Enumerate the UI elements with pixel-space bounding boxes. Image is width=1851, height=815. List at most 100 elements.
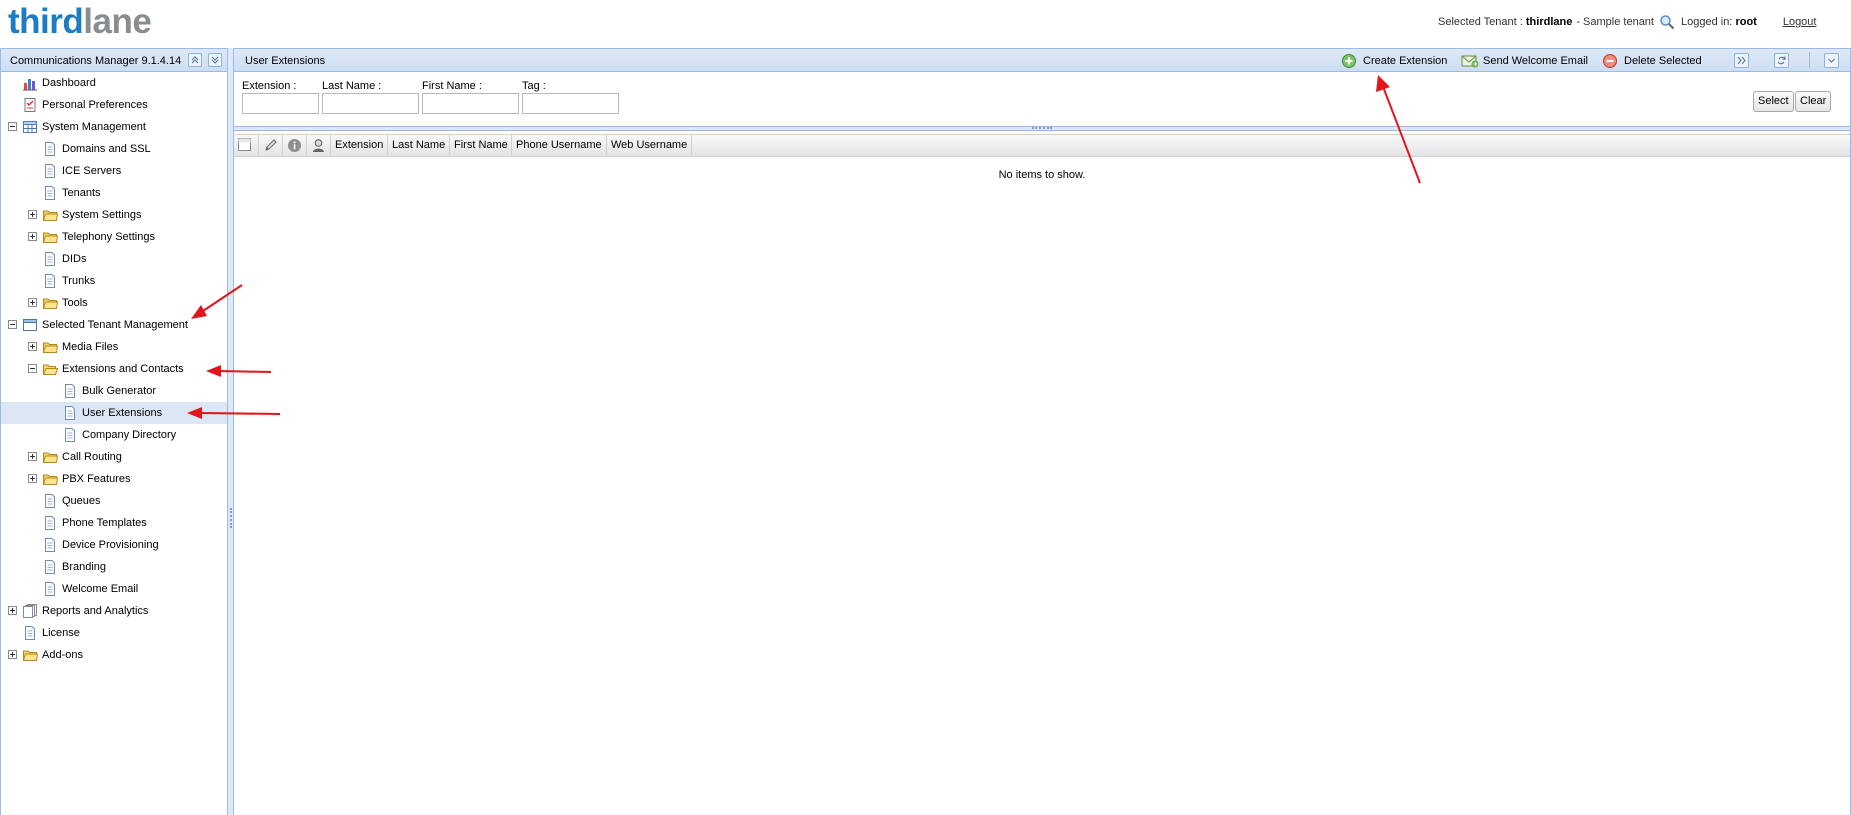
expand-all-button[interactable] (208, 53, 222, 67)
refresh-icon[interactable] (1774, 53, 1789, 68)
sidebar-item-ice-servers[interactable]: ICE Servers (1, 160, 227, 182)
sidebar-item-system-management[interactable]: System Management (1, 116, 227, 138)
sidebar-item-label: Telephony Settings (62, 231, 155, 243)
sidebar-item-add-ons[interactable]: Add-ons (1, 644, 227, 666)
sidebar-item-trunks[interactable]: Trunks (1, 270, 227, 292)
sidebar-item-selected-tenant-management[interactable]: Selected Tenant Management (1, 314, 227, 336)
sidebar-item-system-settings[interactable]: System Settings (1, 204, 227, 226)
column-header-first-name[interactable]: First Name (450, 135, 512, 157)
last-name-filter-label: Last Name : (322, 80, 382, 92)
pencil-icon (265, 139, 277, 151)
page-icon (42, 273, 58, 289)
sidebar-item-reports-and-analytics[interactable]: Reports and Analytics (1, 600, 227, 622)
first-name-filter-input[interactable] (422, 93, 519, 114)
column-header-web-username[interactable]: Web Username (607, 135, 692, 157)
sidebar-item-device-provisioning[interactable]: Device Provisioning (1, 534, 227, 556)
expand-icon[interactable] (8, 650, 17, 659)
filter-form: Extension : Last Name : First Name : Tag… (234, 72, 1850, 124)
app-header: thirdlane Selected Tenant : thirdlane - … (0, 0, 1851, 48)
navigation-panel-header: Communications Manager 9.1.4.14 (1, 48, 227, 72)
sidebar-item-dashboard[interactable]: Dashboard (1, 72, 227, 94)
select-button[interactable]: Select (1753, 91, 1794, 112)
select-all-checkbox[interactable] (234, 135, 259, 157)
page-icon (62, 383, 78, 399)
sidebar-item-label: Tenants (62, 187, 101, 199)
collapse-all-button[interactable] (188, 53, 202, 67)
main-panel-header: User Extensions Create Extension Send We… (234, 48, 1850, 72)
thirdlane-logo: thirdlane (8, 2, 152, 41)
sidebar-item-label: Company Directory (82, 429, 177, 441)
sidebar-item-call-routing[interactable]: Call Routing (1, 446, 227, 468)
tag-filter-input[interactable] (522, 93, 619, 114)
chevron-down-icon[interactable] (1824, 53, 1839, 68)
sidebar-item-label: Extensions and Contacts (62, 363, 184, 375)
expand-icon[interactable] (28, 342, 37, 351)
sidebar-item-label: Reports and Analytics (42, 605, 149, 617)
sidebar-item-label: Domains and SSL (62, 143, 151, 155)
expand-icon[interactable] (28, 298, 37, 307)
sidebar-item-company-directory[interactable]: Company Directory (1, 424, 227, 446)
folder-open-icon (42, 361, 59, 377)
sidebar-item-label: Phone Templates (62, 517, 147, 529)
navigation-panel: Communications Manager 9.1.4.14 Dashboar… (0, 48, 228, 815)
expand-icon[interactable] (28, 210, 37, 219)
sidebar-item-branding[interactable]: Branding (1, 556, 227, 578)
collapse-icon[interactable] (8, 122, 17, 131)
email-icon (1461, 55, 1479, 68)
sidebar-item-tenants[interactable]: Tenants (1, 182, 227, 204)
delete-icon (1603, 54, 1617, 68)
sidebar-item-bulk-generator[interactable]: Bulk Generator (1, 380, 227, 402)
grid-icon (22, 119, 38, 135)
folder-icon (42, 295, 59, 311)
logged-in-user: root (1735, 16, 1757, 28)
page-icon (42, 581, 58, 597)
sidebar-item-welcome-email[interactable]: Welcome Email (1, 578, 227, 600)
sidebar-item-phone-templates[interactable]: Phone Templates (1, 512, 227, 534)
sidebar-item-user-extensions[interactable]: User Extensions (1, 402, 227, 424)
first-name-filter-label: First Name : (422, 80, 482, 92)
sidebar-item-dids[interactable]: DIDs (1, 248, 227, 270)
grid-header: Extension Last Name First Name Phone Userna… (234, 134, 1850, 157)
expand-icon[interactable] (28, 474, 37, 483)
search-icon[interactable] (1659, 14, 1675, 30)
page-icon (42, 493, 58, 509)
selected-tenant-label: Selected Tenant : (1438, 16, 1523, 28)
collapse-icon[interactable] (8, 320, 17, 329)
window-icon (22, 317, 38, 333)
expand-panel-icon[interactable] (1734, 53, 1749, 68)
logout-link[interactable]: Logout (1783, 16, 1817, 28)
horizontal-splitter[interactable] (234, 126, 1850, 131)
sidebar-item-label: System Settings (62, 209, 142, 221)
folder-icon (42, 229, 59, 245)
last-name-filter-input[interactable] (322, 93, 419, 114)
tag-filter-label: Tag : (522, 80, 546, 92)
collapse-icon[interactable] (28, 364, 37, 373)
sidebar-item-extensions-and-contacts[interactable]: Extensions and Contacts (1, 358, 227, 380)
column-header-extension[interactable]: Extension (331, 135, 388, 157)
empty-grid-message: No items to show. (998, 169, 1086, 181)
column-header-phone-username[interactable]: Phone Username (512, 135, 607, 157)
sidebar-item-label: ICE Servers (62, 165, 122, 177)
page-icon (42, 515, 58, 531)
sidebar-item-label: DIDs (62, 253, 87, 265)
extensions-grid: Extension Last Name First Name Phone Userna… (234, 134, 1850, 815)
expand-icon[interactable] (8, 606, 17, 615)
extension-filter-input[interactable] (242, 93, 319, 114)
sidebar-item-telephony-settings[interactable]: Telephony Settings (1, 226, 227, 248)
sidebar-item-label: System Management (42, 121, 146, 133)
main-panel: User Extensions Create Extension Send We… (234, 48, 1851, 815)
selected-tenant-name: thirdlane (1525, 16, 1573, 28)
sidebar-item-domains-and-ssl[interactable]: Domains and SSL (1, 138, 227, 160)
sidebar-item-license[interactable]: License (1, 622, 227, 644)
expand-icon[interactable] (28, 452, 37, 461)
column-header-last-name[interactable]: Last Name (388, 135, 450, 157)
sidebar-item-pbx-features[interactable]: PBX Features (1, 468, 227, 490)
sidebar-item-tools[interactable]: Tools (1, 292, 227, 314)
sidebar-item-label: Branding (62, 561, 107, 573)
page-icon (42, 163, 58, 179)
clear-button[interactable]: Clear (1795, 91, 1832, 112)
expand-icon[interactable] (28, 232, 37, 241)
sidebar-item-queues[interactable]: Queues (1, 490, 227, 512)
sidebar-item-personal-preferences[interactable]: Personal Preferences (1, 94, 227, 116)
sidebar-item-media-files[interactable]: Media Files (1, 336, 227, 358)
